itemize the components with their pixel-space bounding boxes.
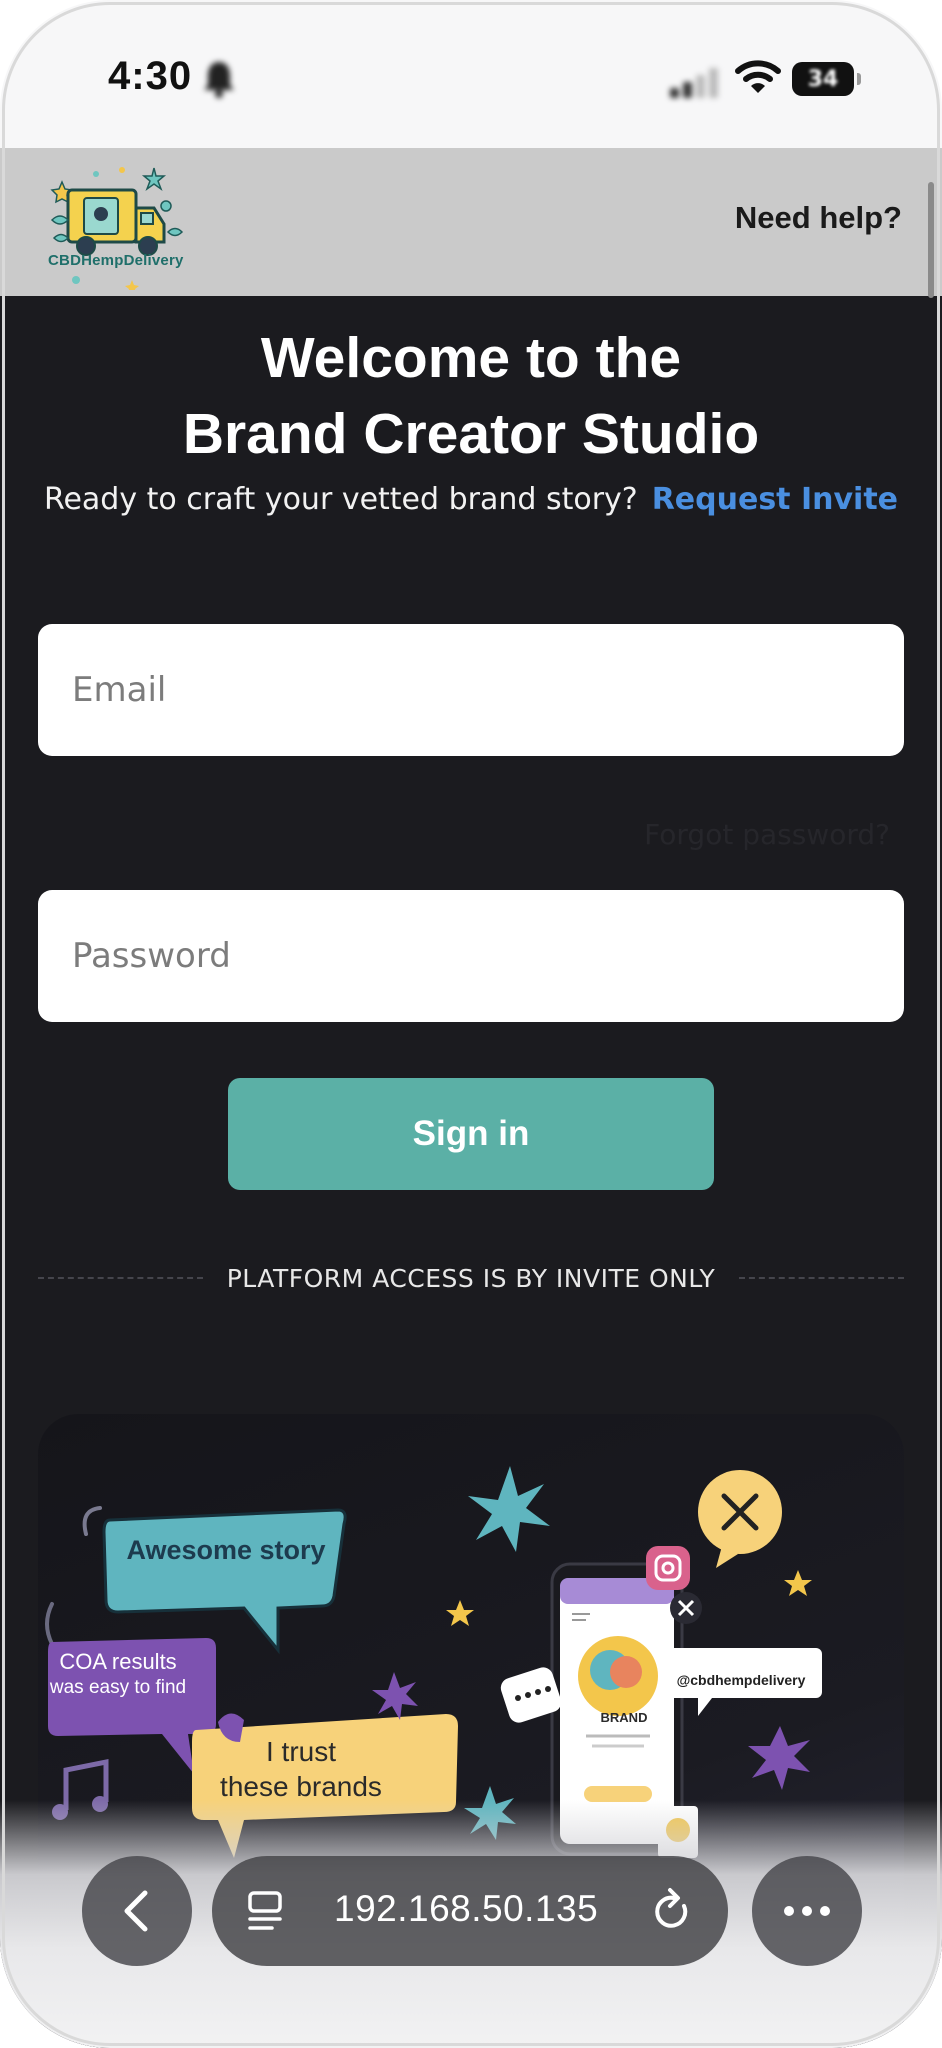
instagram-handle: @cbdhempdelivery (676, 1672, 806, 1688)
request-invite-link[interactable]: Request Invite (652, 482, 898, 517)
testimonial-trust-brands: I trust these brands (206, 1734, 396, 1804)
trust-line-2: these brands (220, 1771, 382, 1802)
chevron-left-icon (124, 1890, 148, 1932)
cellular-signal-icon (670, 68, 718, 98)
title-line-1: Welcome to the (260, 326, 682, 390)
address-bar[interactable]: 192.168.50.135 (212, 1856, 728, 1966)
invite-only-notice: PLATFORM ACCESS IS BY INVITE ONLY (226, 1263, 716, 1293)
logo-text: CBDHempDelivery (48, 252, 184, 269)
scrollbar-thumb[interactable] (928, 182, 934, 298)
reload-icon[interactable] (650, 1886, 694, 1936)
divider-line-left (38, 1277, 203, 1279)
title-line-2: Brand Creator Studio (182, 402, 760, 466)
invite-only-divider: PLATFORM ACCESS IS BY INVITE ONLY (38, 1260, 904, 1296)
url-text[interactable]: 192.168.50.135 (334, 1888, 598, 1930)
sign-in-button[interactable]: Sign in (228, 1078, 714, 1190)
page-menu-icon[interactable] (246, 1889, 286, 1933)
password-field[interactable] (38, 890, 904, 1022)
coa-line-1: COA results (59, 1649, 177, 1674)
battery-icon: 34 (792, 62, 861, 96)
site-header: CBDHempDelivery Need help? (0, 148, 942, 296)
more-options-button[interactable] (752, 1856, 862, 1966)
login-section: Welcome to the Brand Creator Studio Read… (0, 296, 942, 2048)
page-title: Welcome to the Brand Creator Studio (0, 320, 942, 472)
brand-label: BRAND (600, 1710, 648, 1725)
divider-line-right (739, 1277, 904, 1279)
back-button[interactable] (82, 1856, 192, 1966)
testimonial-awesome-story: Awesome story (126, 1535, 326, 1565)
bell-icon (204, 62, 234, 98)
trust-line-1: I trust (265, 1736, 336, 1767)
cbd-hemp-delivery-logo-icon[interactable] (44, 160, 184, 290)
email-field[interactable] (38, 624, 904, 756)
ellipsis-icon (784, 1906, 830, 1916)
battery-level: 34 (807, 66, 839, 92)
forgot-password-link[interactable]: Forgot password? (644, 818, 890, 851)
need-help-link[interactable]: Need help? (735, 200, 902, 236)
status-time: 4:30 (108, 54, 193, 98)
status-bar: 4:30 34 (0, 0, 942, 148)
phone-screen: 4:30 34 CBDHempDelivery Need help? Welco… (0, 0, 942, 2048)
subtitle-row: Ready to craft your vetted brand story? R… (0, 482, 942, 517)
wifi-icon (735, 60, 781, 93)
testimonial-coa-results: COA results was easy to find (48, 1648, 188, 1699)
coa-line-2: was easy to find (49, 1676, 187, 1698)
subtitle-text: Ready to craft your vetted brand story? (43, 482, 638, 517)
